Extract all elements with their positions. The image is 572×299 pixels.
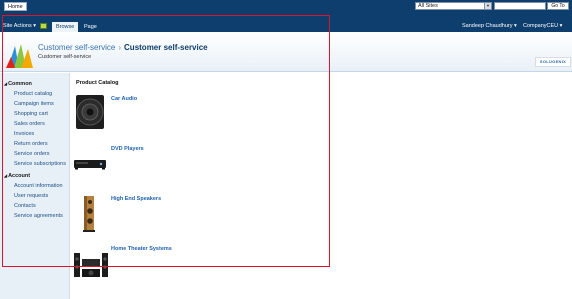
brand-logo: SOLUGENIX — [535, 57, 571, 67]
nav-item-shopping-cart[interactable]: Shopping cart — [14, 111, 48, 117]
nav-item-product-catalog[interactable]: Product catalog — [14, 91, 52, 97]
navigate-up-icon[interactable] — [40, 23, 47, 29]
site-logo — [6, 43, 34, 71]
category-link-dvd-players[interactable]: DVD Players — [111, 146, 144, 152]
search-scope-value: All Sites — [418, 3, 438, 9]
breadcrumb: Customer self-service › Customer self-serv… — [38, 43, 208, 53]
nav-item-invoices[interactable]: Invoices — [14, 131, 34, 137]
nav-item-return-orders[interactable]: Return orders — [14, 141, 48, 147]
collapse-triangle-icon: ◢ — [4, 173, 8, 178]
nav-item-sales-orders[interactable]: Sales orders — [14, 121, 45, 127]
nav-item-user-requests[interactable]: User requests — [14, 193, 48, 199]
nav-header-common[interactable]: ◢Common — [4, 81, 32, 87]
search-scope-select[interactable]: All Sites ▼ — [415, 2, 492, 10]
nav-item-service-orders[interactable]: Service orders — [14, 151, 49, 157]
category-link-home-theater-systems[interactable]: Home Theater Systems — [111, 246, 172, 252]
home-link[interactable]: Home — [4, 2, 27, 11]
quick-launch-nav: ◢Common Product catalog Campaign items S… — [0, 73, 70, 299]
dvd-player-icon[interactable] — [74, 158, 106, 172]
user-menu[interactable]: Sandeep Chaudhury ▾ — [462, 22, 517, 30]
category-link-car-audio[interactable]: Car Audio — [111, 96, 137, 102]
go-to-button[interactable]: Go To — [547, 2, 569, 10]
site-description: Customer self-service — [38, 54, 92, 60]
content-title: Product Catalog — [76, 80, 119, 86]
nav-item-service-agreements[interactable]: Service agreements — [14, 213, 63, 219]
ribbon-bar: Site Actions ▾ Browse Page Sandeep Chaud… — [0, 20, 572, 32]
speaker-icon[interactable] — [74, 94, 106, 132]
nav-item-service-subscriptions[interactable]: Service subscriptions — [14, 161, 66, 167]
tab-page[interactable]: Page — [80, 22, 101, 32]
nav-item-campaign-items[interactable]: Campaign items — [14, 101, 54, 107]
tab-browse[interactable]: Browse — [52, 22, 79, 32]
global-navigation-bar: Home All Sites ▼ Go To — [0, 0, 572, 20]
nav-item-contacts[interactable]: Contacts — [14, 203, 36, 209]
breadcrumb-separator: › — [118, 43, 122, 52]
category-link-high-end-speakers[interactable]: High End Speakers — [111, 196, 161, 202]
company-menu[interactable]: CompanyCEU ▾ — [523, 22, 562, 30]
breadcrumb-parent-link[interactable]: Customer self-service — [38, 43, 115, 52]
page-title: Customer self-service — [124, 43, 208, 52]
nav-header-account[interactable]: ◢Account — [4, 173, 30, 179]
site-title-area: Customer self-service › Customer self-serv… — [0, 32, 572, 72]
collapse-triangle-icon: ◢ — [4, 81, 8, 86]
chevron-down-icon[interactable]: ▼ — [484, 3, 491, 9]
home-theater-icon[interactable] — [74, 249, 108, 279]
tower-speaker-icon[interactable] — [82, 196, 96, 234]
search-input[interactable] — [494, 2, 546, 10]
site-actions-menu[interactable]: Site Actions ▾ — [3, 22, 36, 30]
nav-item-account-information[interactable]: Account information — [14, 183, 63, 189]
